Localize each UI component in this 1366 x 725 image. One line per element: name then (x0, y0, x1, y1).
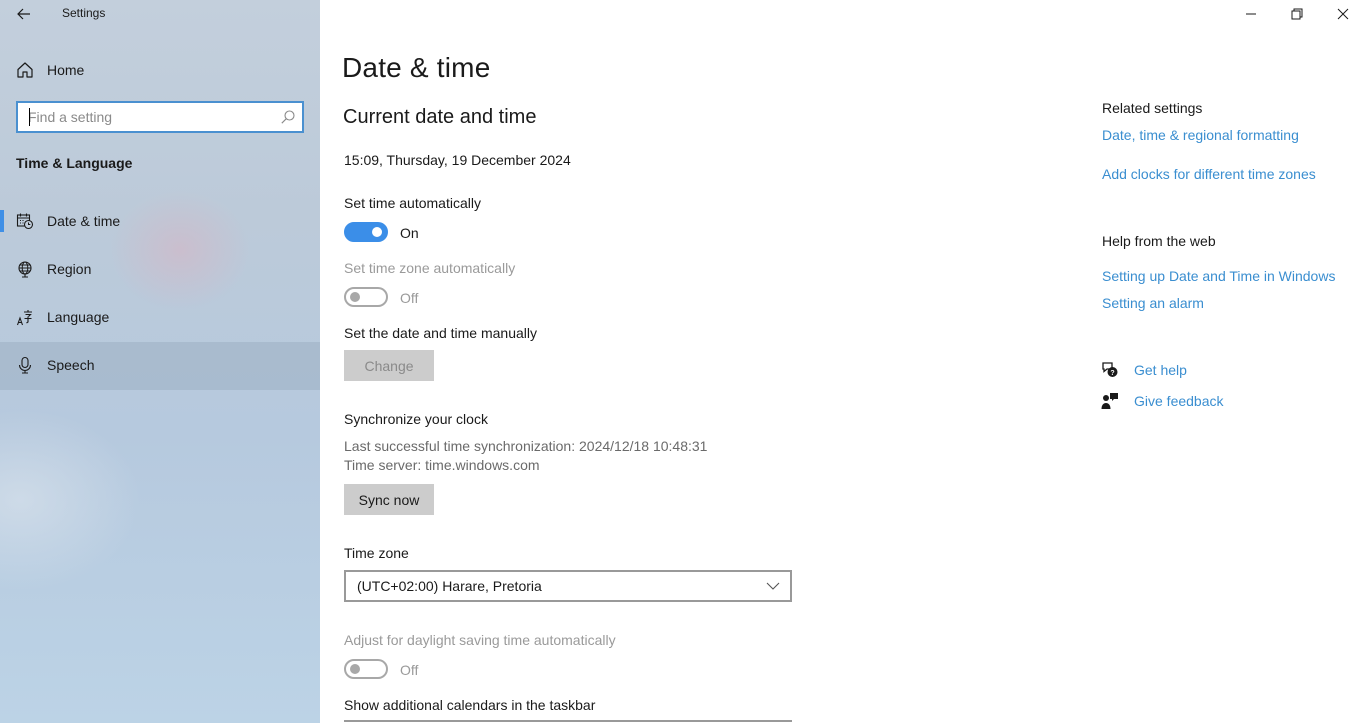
sidebar-item-speech[interactable]: Speech (0, 342, 320, 390)
set-time-auto-state: On (400, 225, 419, 241)
get-help-link[interactable]: Get help (1134, 362, 1187, 378)
timezone-selected-value: (UTC+02:00) Harare, Pretoria (357, 578, 542, 594)
search-input[interactable] (18, 103, 278, 131)
sidebar-home-label: Home (47, 62, 85, 78)
toggle-knob (350, 664, 360, 674)
set-time-auto-label: Set time automatically (344, 195, 481, 211)
toggle-knob (372, 227, 382, 237)
active-indicator (0, 210, 4, 232)
link-setting-alarm[interactable]: Setting an alarm (1102, 295, 1204, 311)
home-icon (17, 62, 33, 78)
sidebar-item-date-time[interactable]: Date & time (0, 198, 320, 246)
sidebar-item-language[interactable]: Language (0, 294, 320, 342)
microphone-icon (18, 356, 32, 374)
help-from-web-title: Help from the web (1102, 233, 1216, 249)
back-arrow-icon (17, 8, 30, 20)
language-icon (16, 310, 32, 326)
page-title: Date & time (342, 52, 491, 83)
dst-toggle[interactable] (344, 659, 388, 679)
current-date-time-heading: Current date and time (343, 106, 537, 128)
sidebar-item-label: Date & time (47, 213, 121, 229)
restore-icon (1291, 8, 1303, 20)
manual-set-label: Set the date and time manually (344, 325, 538, 341)
close-icon (1337, 8, 1349, 20)
sync-now-button[interactable]: Sync now (344, 484, 434, 515)
give-feedback-link[interactable]: Give feedback (1134, 393, 1224, 409)
give-feedback-icon (1101, 393, 1118, 409)
set-timezone-auto-toggle[interactable] (344, 287, 388, 307)
minimize-icon (1246, 13, 1256, 15)
sidebar-item-label: Region (47, 261, 92, 277)
link-setting-up-date-time[interactable]: Setting up Date and Time in Windows (1102, 268, 1335, 284)
sidebar-home[interactable]: Home (0, 54, 320, 86)
sync-heading: Synchronize your clock (344, 411, 488, 427)
time-server-text: Time server: time.windows.com (344, 457, 540, 473)
dst-label: Adjust for daylight saving time automati… (344, 632, 616, 648)
calendar-clock-icon (16, 213, 34, 230)
dst-state: Off (400, 662, 419, 678)
timezone-label: Time zone (344, 545, 409, 561)
link-regional-formatting[interactable]: Date, time & regional formatting (1102, 127, 1299, 143)
change-button[interactable]: Change (344, 350, 434, 381)
chevron-down-icon (766, 582, 780, 590)
set-timezone-auto-state: Off (400, 290, 419, 306)
last-sync-text: Last successful time synchronization: 20… (344, 438, 708, 454)
timezone-dropdown[interactable]: (UTC+02:00) Harare, Pretoria (344, 570, 792, 602)
app-title: Settings (62, 6, 106, 20)
minimize-button[interactable] (1228, 0, 1274, 28)
toggle-knob (350, 292, 360, 302)
sidebar-item-label: Language (47, 309, 110, 325)
globe-icon (18, 261, 32, 278)
section-title: Time & Language (16, 155, 133, 171)
sidebar: Settings Home Time & Language Date & tim… (0, 0, 320, 723)
set-timezone-auto-label: Set time zone automatically (344, 260, 516, 276)
link-add-clocks[interactable]: Add clocks for different time zones (1102, 166, 1316, 182)
back-button[interactable] (12, 3, 36, 25)
search-icon[interactable] (280, 109, 296, 125)
text-caret (29, 108, 30, 126)
sidebar-item-label: Speech (47, 357, 95, 373)
additional-calendars-label: Show additional calendars in the taskbar (344, 697, 596, 713)
get-help-icon: ? (1102, 362, 1118, 377)
related-settings-title: Related settings (1102, 100, 1203, 116)
svg-text:?: ? (1110, 370, 1114, 377)
search-box[interactable] (16, 101, 304, 133)
current-date-time-value: 15:09, Thursday, 19 December 2024 (344, 152, 571, 168)
close-button[interactable] (1320, 0, 1366, 28)
set-time-auto-toggle[interactable] (344, 222, 388, 242)
sidebar-item-region[interactable]: Region (0, 246, 320, 294)
restore-button[interactable] (1274, 0, 1320, 28)
